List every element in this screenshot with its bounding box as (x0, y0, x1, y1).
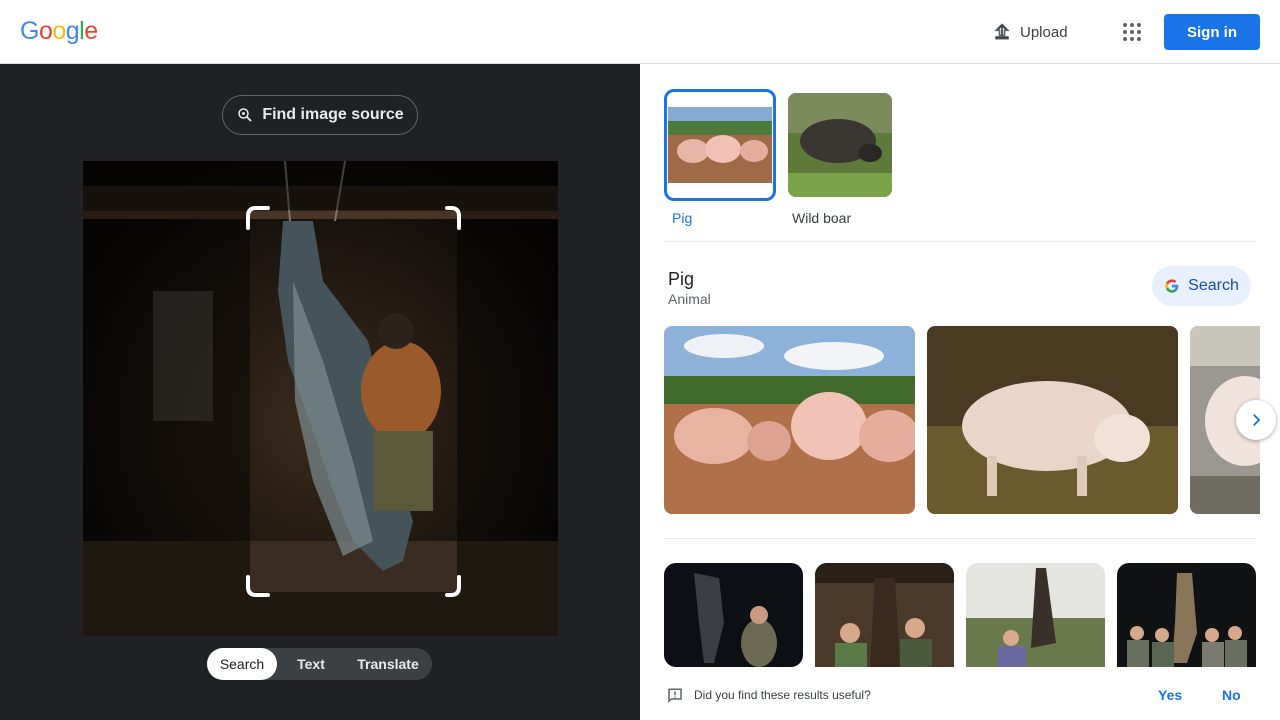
entity-title: Pig (668, 269, 695, 289)
chip-pig-thumbnail (668, 93, 772, 197)
divider (664, 538, 1256, 539)
top-bar: Google Upload Sign in (0, 0, 1280, 64)
lens-mode-tabs: Search Text Translate (207, 648, 432, 680)
feedback-icon (668, 688, 682, 704)
tab-search[interactable]: Search (207, 648, 277, 680)
upload-icon (994, 23, 1010, 40)
carousel-next-button[interactable] (1236, 400, 1276, 440)
visual-match-4[interactable] (1117, 563, 1256, 667)
logo-letter: e (84, 17, 98, 45)
visual-match-3[interactable] (966, 563, 1105, 667)
query-image[interactable] (83, 161, 558, 636)
results-panel: Pig Wild boar Pig Animal Search Did you … (640, 64, 1280, 720)
visual-match-2[interactable] (815, 563, 954, 667)
google-search-label: Search (1188, 277, 1239, 294)
logo-letter: o (38, 17, 53, 45)
chip-wild-boar-label: Wild boar (792, 210, 852, 226)
image-panel: Find image source Search Text Translate (0, 64, 640, 720)
entity-subtitle: Animal (668, 291, 711, 307)
result-image-2[interactable] (927, 326, 1178, 514)
google-logo[interactable]: Google (20, 17, 98, 46)
google-search-button[interactable]: Search (1152, 266, 1251, 306)
logo-letter: o (52, 17, 66, 45)
feedback-bar: Did you find these results useful? Yes N… (640, 677, 1280, 720)
chip-pig-label: Pig (672, 210, 693, 226)
feedback-yes-button[interactable]: Yes (1158, 687, 1182, 703)
logo-letter: g (65, 17, 80, 45)
chip-wild-boar[interactable]: Wild boar (788, 93, 892, 226)
find-image-source-button[interactable]: Find image source (222, 95, 418, 135)
chip-wild-boar-thumbnail (788, 93, 892, 197)
feedback-question: Did you find these results useful? (694, 688, 871, 702)
find-image-source-label: Find image source (262, 106, 404, 123)
apps-grid-icon[interactable] (1120, 20, 1144, 44)
tab-text[interactable]: Text (277, 648, 345, 680)
result-image-1[interactable] (664, 326, 915, 514)
sign-in-button[interactable]: Sign in (1164, 14, 1260, 50)
lens-search-icon (238, 108, 252, 122)
logo-letter: G (20, 17, 39, 45)
upload-button[interactable]: Upload (992, 20, 1068, 44)
feedback-no-button[interactable]: No (1222, 687, 1241, 703)
google-g-icon (1165, 279, 1179, 293)
tab-translate[interactable]: Translate (345, 648, 431, 680)
visual-match-1[interactable] (664, 563, 803, 667)
chip-pig[interactable]: Pig (668, 93, 772, 226)
chevron-right-icon (1253, 414, 1261, 426)
divider (664, 241, 1256, 242)
upload-label: Upload (1020, 23, 1068, 41)
